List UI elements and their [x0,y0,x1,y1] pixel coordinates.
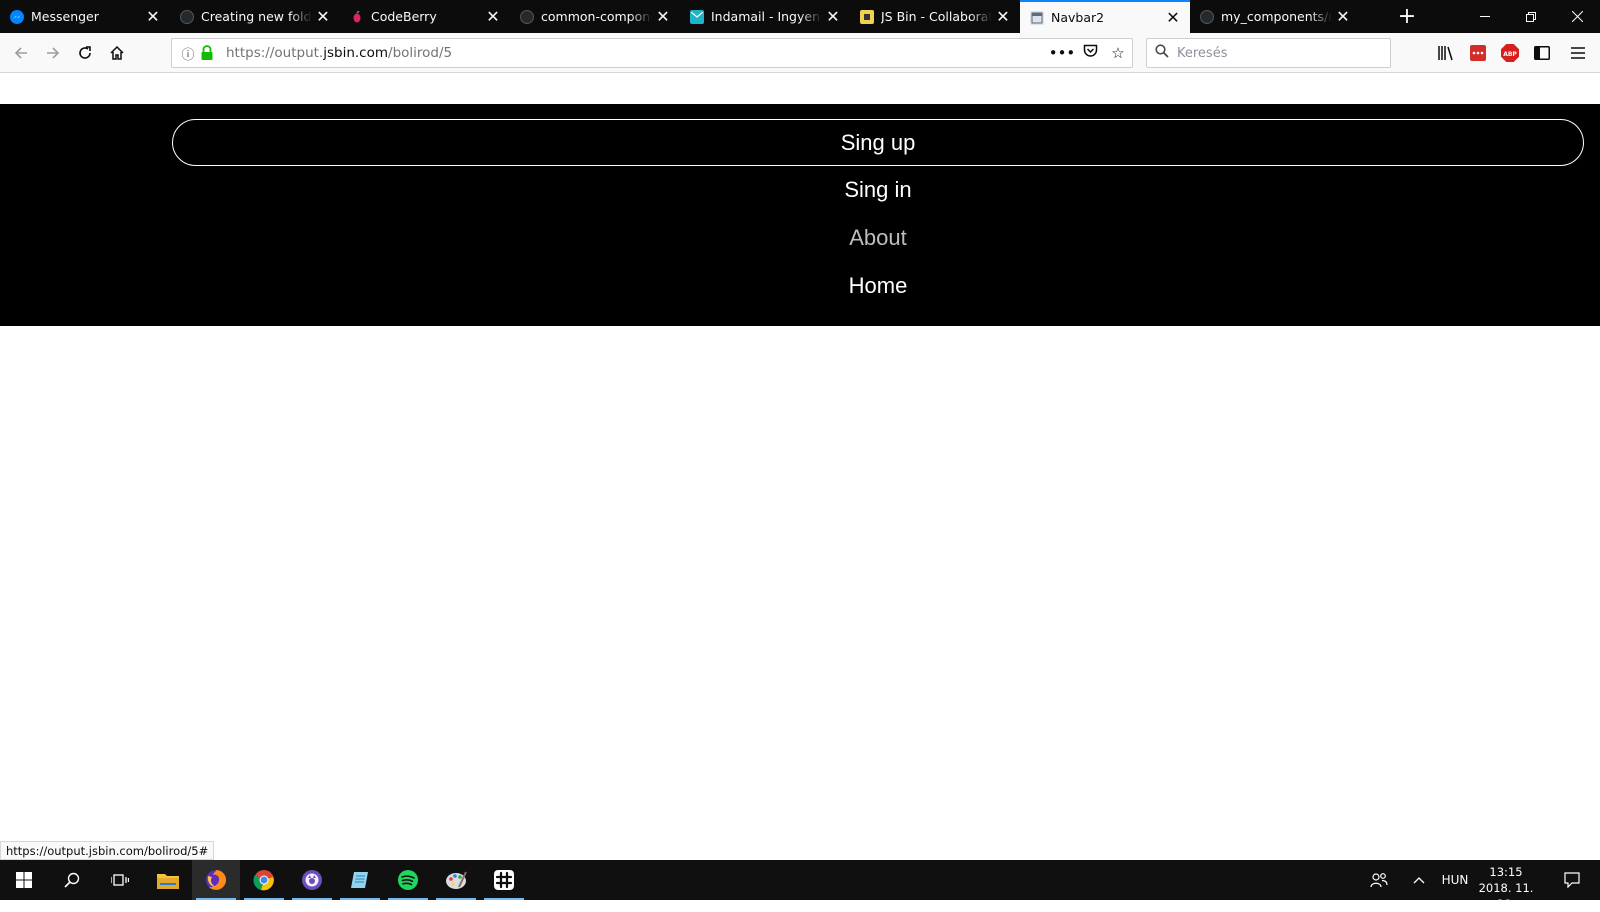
lastpass-icon[interactable] [1466,41,1490,65]
windows-taskbar: HUN 13:15 2018. 11. 28. [0,860,1600,911]
tab-navbar2[interactable]: Navbar2 ✕ [1020,0,1190,33]
adblock-plus-icon[interactable]: ABP [1498,41,1522,65]
url-text[interactable]: https://output.jsbin.com/bolirod/5 [226,45,1048,61]
clock-time: 13:15 [1489,865,1523,879]
tab-codeberry[interactable]: CodeBerry ✕ [340,0,510,33]
search-icon [1147,44,1177,62]
nav-link-sign-in[interactable]: Sing in [172,166,1584,213]
tab-creating-new-folders[interactable]: Creating new folders ✕ [170,0,340,33]
app-purple-icon[interactable] [288,860,336,900]
restore-icon [1526,11,1536,22]
back-arrow-icon [14,47,27,59]
chrome-icon[interactable] [240,860,288,900]
home-icon [110,45,124,60]
action-center-icon[interactable] [1552,860,1592,900]
task-view-icon[interactable] [96,860,144,900]
sidebar-icon[interactable] [1530,41,1554,65]
close-icon [1571,11,1583,22]
github-icon [1200,9,1214,24]
people-icon[interactable] [1364,860,1394,900]
nav-link-home[interactable]: Home [172,262,1584,309]
url-prefix: https://output. [226,45,324,61]
status-link-preview: https://output.jsbin.com/bolirod/5# [0,841,215,860]
search-input[interactable] [1177,45,1377,61]
close-window-button[interactable] [1554,0,1600,33]
new-tab-button[interactable]: + [1392,0,1422,33]
tab-title: Indamail - Ingyenes e [711,9,822,24]
reload-button[interactable] [70,38,100,68]
page-content: Sing up Sing in About Home [0,74,1600,860]
info-icon[interactable]: ⓘ [178,44,198,63]
clock-date: 2018. 11. 28. [1478,881,1534,911]
tab-title: my_components/nav [1221,9,1332,24]
minimize-icon [1480,15,1490,17]
paint-icon[interactable] [432,860,480,900]
tab-title: common-components [541,9,652,24]
tab-title: CodeBerry [371,9,437,24]
url-bar[interactable]: ⓘ https://output.jsbin.com/bolirod/5 •••… [171,38,1133,68]
svg-text:ABP: ABP [1503,51,1517,58]
page-icon [1030,10,1044,25]
forward-button[interactable] [38,38,68,68]
github-icon [180,9,194,24]
close-icon[interactable]: ✕ [992,6,1014,28]
clock[interactable]: 13:15 2018. 11. 28. [1468,864,1544,912]
mail-icon [690,9,704,24]
tab-title: JS Bin - Collaborative [881,9,992,24]
search-icon[interactable] [48,860,96,900]
tab-strip: Messenger ✕ Creating new folders ✕ CodeB… [0,0,1600,33]
chevron-up-icon[interactable] [1404,860,1434,900]
url-path: /bolirod/5 [388,45,453,61]
tab-title: Creating new folders [201,9,312,24]
tab-my-components[interactable]: my_components/nav ✕ [1190,0,1360,33]
back-button[interactable] [6,38,36,68]
nav-link-about[interactable]: About [172,214,1584,261]
tab-title: Navbar2 [1051,10,1105,25]
file-explorer-icon[interactable] [144,860,192,900]
codeberry-icon [350,10,364,24]
messenger-icon [10,9,24,24]
restore-button[interactable] [1508,0,1554,33]
close-icon[interactable]: ✕ [822,6,844,28]
page-actions-icon[interactable]: ••• [1048,44,1076,62]
search-bar[interactable] [1146,38,1391,68]
minimize-button[interactable] [1462,0,1508,33]
close-icon[interactable]: ✕ [142,6,164,28]
close-icon[interactable]: ✕ [482,6,504,28]
windows-start-icon[interactable] [0,860,48,900]
close-icon[interactable]: ✕ [1162,7,1184,29]
github-icon [520,9,534,24]
firefox-icon[interactable] [192,860,240,900]
lock-icon[interactable] [200,45,216,61]
library-icon[interactable] [1434,41,1458,65]
jsbin-icon [860,9,874,24]
tab-indamail[interactable]: Indamail - Ingyenes e ✕ [680,0,850,33]
menu-icon[interactable] [1566,41,1590,65]
tab-jsbin[interactable]: JS Bin - Collaborative ✕ [850,0,1020,33]
close-icon[interactable]: ✕ [312,6,334,28]
notepad-icon[interactable] [336,860,384,900]
bookmark-star-icon[interactable]: ☆ [1104,44,1132,62]
tab-title: Messenger [31,9,99,24]
site-navbar: Sing up Sing in About Home [0,104,1600,326]
forward-arrow-icon [47,47,60,59]
nav-link-sign-up[interactable]: Sing up [172,119,1584,166]
close-icon[interactable]: ✕ [652,6,674,28]
navigation-toolbar: ⓘ https://output.jsbin.com/bolirod/5 •••… [0,33,1600,73]
close-icon[interactable]: ✕ [1332,6,1354,28]
tab-messenger[interactable]: Messenger ✕ [0,0,170,33]
url-host: jsbin.com [323,45,389,61]
spotify-icon[interactable] [384,860,432,900]
reload-icon [79,46,91,59]
home-button[interactable] [102,38,132,68]
slack-icon[interactable] [480,860,528,900]
pocket-icon[interactable] [1076,44,1104,62]
tab-common-components[interactable]: common-components ✕ [510,0,680,33]
